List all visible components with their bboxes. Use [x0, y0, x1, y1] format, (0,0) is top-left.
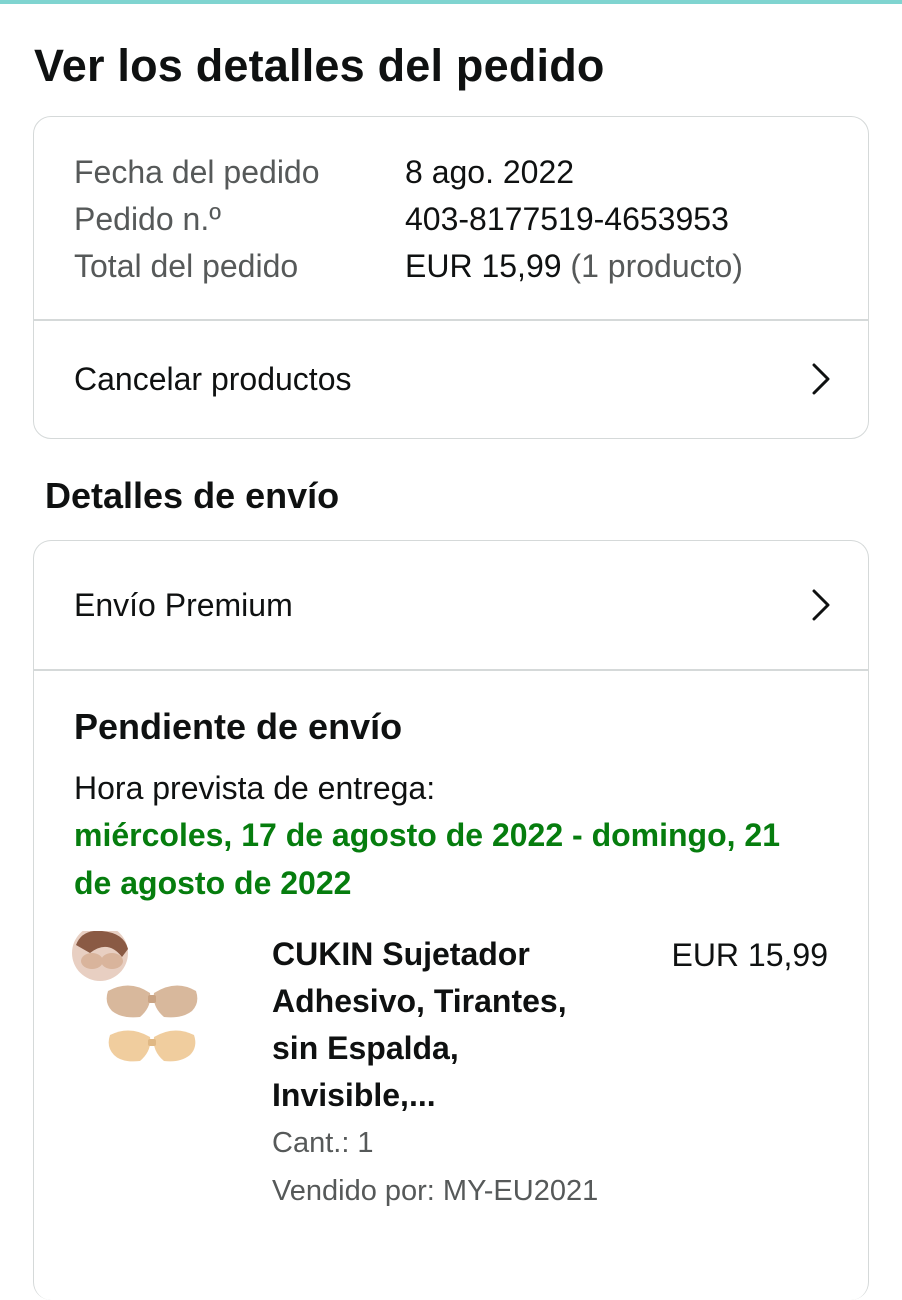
order-total-label: Total del pedido: [74, 248, 299, 284]
order-date-label: Fecha del pedido: [74, 154, 320, 190]
premium-shipping-button[interactable]: Envío Premium: [34, 541, 868, 669]
divider: [34, 669, 868, 671]
shipping-details-heading: Detalles de envío: [45, 475, 340, 516]
page-title: Ver los detalles del pedido: [34, 40, 605, 91]
shipping-card: Envío Premium Pendiente de envío Hora pr…: [33, 540, 869, 1300]
expected-delivery-label: Hora prevista de entrega:: [74, 770, 436, 806]
order-date-row: Fecha del pedido 8 ago. 2022: [74, 149, 743, 196]
order-total-item-count: (1 producto): [561, 248, 743, 284]
product-title-link[interactable]: CUKIN Sujetador Adhesivo, Tirantes, sin …: [272, 931, 612, 1119]
order-total-amount: EUR 15,99: [405, 248, 562, 284]
product-seller: Vendido por: MY-EU2021: [272, 1175, 599, 1207]
top-accent-bar: [0, 0, 902, 4]
chevron-right-icon: [812, 363, 830, 395]
order-total-value: EUR 15,99 (1 producto): [405, 248, 743, 285]
chevron-right-icon: [812, 589, 830, 621]
shipment-status: Pendiente de envío: [74, 706, 403, 747]
expected-delivery-dates: miércoles, 17 de agosto de 2022 - doming…: [74, 817, 781, 901]
shipping-method-label: Envío Premium: [74, 586, 293, 623]
product-thumbnail[interactable]: [72, 931, 232, 1081]
cancel-products-button[interactable]: Cancelar productos: [34, 320, 868, 438]
order-summary-card: Fecha del pedido 8 ago. 2022 Pedido n.º …: [33, 116, 869, 439]
order-date-value: 8 ago. 2022: [405, 154, 575, 190]
order-number-value: 403-8177519-4653953: [405, 201, 729, 237]
order-number-row: Pedido n.º 403-8177519-4653953: [74, 196, 743, 243]
product-price: EUR 15,99: [671, 937, 828, 973]
order-summary-table: Fecha del pedido 8 ago. 2022 Pedido n.º …: [74, 149, 743, 290]
cancel-products-label: Cancelar productos: [74, 360, 352, 397]
product-quantity: Cant.: 1: [272, 1127, 374, 1159]
order-number-label: Pedido n.º: [74, 201, 221, 237]
order-total-row: Total del pedido EUR 15,99 (1 producto): [74, 243, 743, 290]
